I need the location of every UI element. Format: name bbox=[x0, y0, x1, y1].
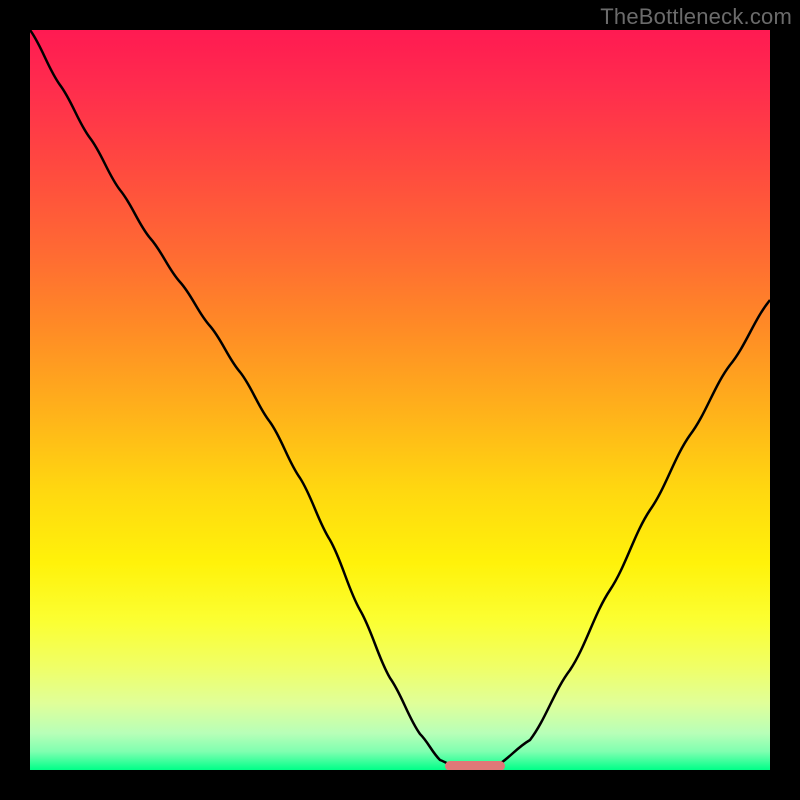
curve-right-branch bbox=[495, 300, 770, 767]
chart-frame: TheBottleneck.com bbox=[0, 0, 800, 800]
bottleneck-curve bbox=[30, 30, 770, 770]
plot-area bbox=[30, 30, 770, 770]
watermark-text: TheBottleneck.com bbox=[600, 4, 792, 30]
curve-left-branch bbox=[30, 30, 455, 767]
optimal-range-bar bbox=[445, 761, 505, 770]
